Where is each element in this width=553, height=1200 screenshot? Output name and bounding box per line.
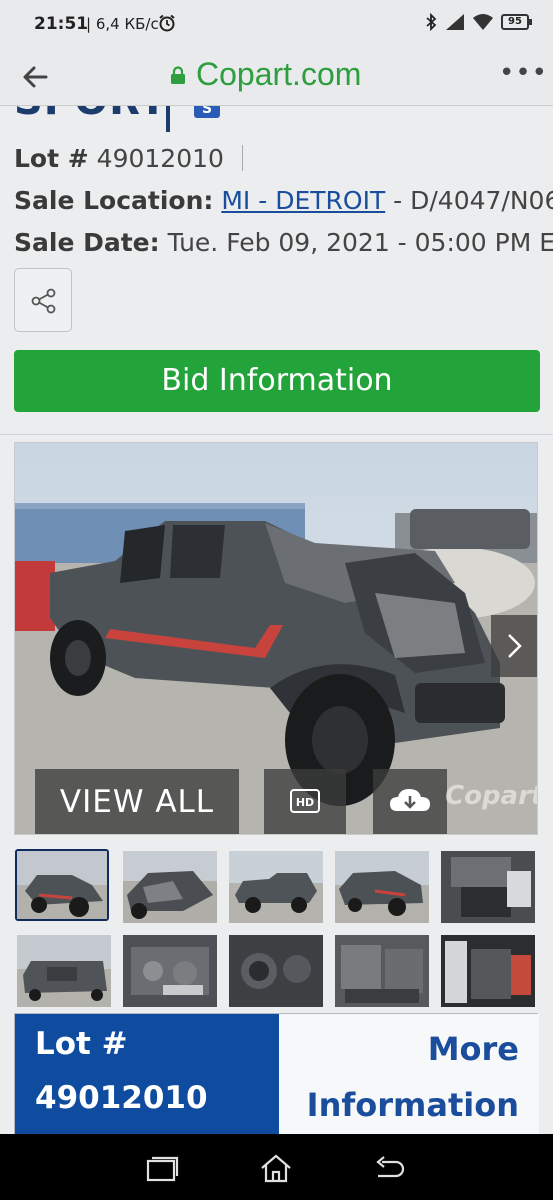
cloud-download-icon	[390, 789, 430, 811]
sale-date-value: Tue. Feb 09, 2021 - 05:00 PM EE	[167, 228, 553, 257]
hd-icon: HD	[290, 789, 320, 813]
more-information-line-2: Information	[306, 1086, 519, 1124]
main-vehicle-photo[interactable]: VIEW ALL HD Copart	[14, 442, 538, 835]
lot-card-number-panel: Lot # 49012010	[15, 1014, 279, 1134]
vehicle-thumb-10[interactable]	[441, 935, 535, 1007]
vehicle-thumb-7[interactable]	[123, 935, 217, 1007]
page-content: SPORT S Lot # 49012010 Sale Location: MI…	[0, 106, 553, 1134]
vehicle-thumb-5[interactable]	[441, 851, 535, 923]
vehicle-thumb-6[interactable]	[17, 935, 111, 1007]
vehicle-thumb-1[interactable]	[15, 849, 109, 921]
home-icon[interactable]	[258, 1152, 294, 1184]
lock-icon	[171, 65, 185, 84]
download-button[interactable]	[373, 769, 447, 834]
vehicle-thumb-3[interactable]	[229, 851, 323, 923]
status-data-rate: | 6,4 КБ/с	[86, 15, 159, 33]
lot-divider	[241, 145, 243, 171]
system-navigation-bar	[0, 1134, 553, 1200]
status-bar: 21:51 | 6,4 КБ/с 95	[0, 0, 553, 48]
lot-label: Lot #	[14, 144, 89, 173]
title-separator	[166, 106, 170, 132]
hd-label: HD	[296, 796, 314, 809]
alarm-icon	[159, 14, 175, 32]
vehicle-thumb-2[interactable]	[123, 851, 217, 923]
more-information-line-1: More	[427, 1030, 519, 1068]
wifi-icon	[473, 14, 493, 30]
browser-toolbar: Copart.com •••	[0, 48, 553, 106]
lot-card-number: 49012010	[35, 1080, 208, 1116]
bid-information-button[interactable]: Bid Information	[14, 350, 540, 412]
next-chevron-icon	[508, 634, 522, 658]
next-photo-button[interactable]	[491, 615, 537, 677]
share-icon	[31, 288, 56, 314]
sale-date-row: Sale Date: Tue. Feb 09, 2021 - 05:00 PM …	[14, 228, 553, 257]
view-all-button[interactable]: VIEW ALL	[35, 769, 239, 834]
back-icon[interactable]	[372, 1152, 408, 1184]
sale-location-code: - D/4047/N06	[385, 186, 553, 215]
lot-summary-card: Lot # 49012010 More Information	[14, 1013, 539, 1134]
lot-card-label: Lot #	[35, 1026, 128, 1062]
more-menu-icon[interactable]: •••	[499, 60, 547, 92]
vehicle-thumb-4[interactable]	[335, 851, 429, 923]
share-button[interactable]	[14, 268, 72, 332]
sale-location-row: Sale Location: MI - DETROIT - D/4047/N06	[14, 186, 553, 215]
recents-icon[interactable]	[144, 1152, 180, 1184]
sale-location-link[interactable]: MI - DETROIT	[221, 186, 385, 215]
vehicle-thumb-8[interactable]	[229, 935, 323, 1007]
hd-button[interactable]: HD	[264, 769, 346, 834]
battery-icon: 95	[501, 14, 532, 30]
section-divider	[0, 434, 553, 435]
signal-icon	[446, 14, 464, 30]
status-time: 21:51	[34, 14, 89, 34]
title-badge: S	[194, 106, 220, 118]
lot-number-row: Lot # 49012010	[14, 144, 243, 173]
copart-watermark: Copart	[445, 781, 538, 811]
more-information-button[interactable]: More Information	[279, 1014, 539, 1134]
status-icons: 95	[425, 13, 532, 31]
sale-date-label: Sale Date:	[14, 228, 160, 257]
vehicle-title: SPORT	[14, 106, 167, 124]
back-arrow-icon[interactable]	[18, 60, 52, 94]
bluetooth-icon	[426, 13, 437, 31]
sale-location-label: Sale Location:	[14, 186, 214, 215]
vehicle-thumb-9[interactable]	[335, 935, 429, 1007]
address-bar[interactable]: Copart.com	[170, 56, 361, 93]
lot-number: 49012010	[96, 144, 224, 173]
url-text: Copart.com	[196, 56, 362, 92]
